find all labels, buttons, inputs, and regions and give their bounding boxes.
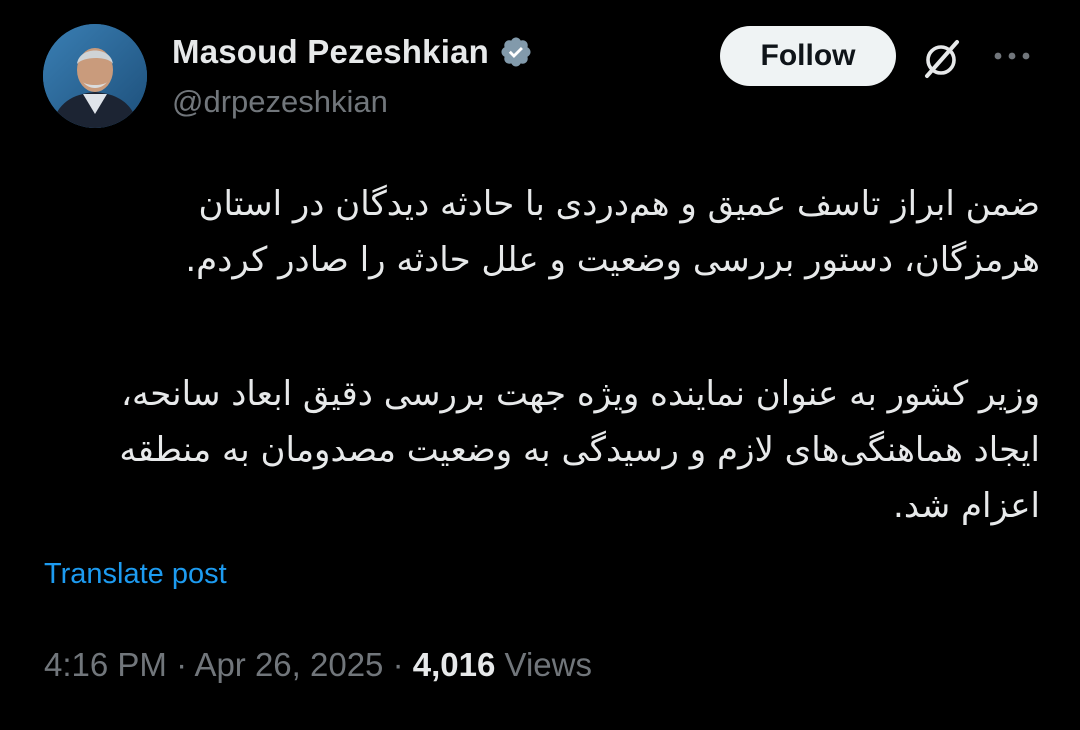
tweet-text: ضمن ابراز تاسف عمیق و هم‌دردی با حادثه د… (40, 176, 1040, 534)
grok-icon[interactable] (919, 36, 965, 82)
profile-photo-icon (43, 24, 147, 128)
more-icon[interactable] (991, 44, 1033, 68)
meta-separator: · (392, 646, 404, 683)
views-label: Views (504, 646, 592, 683)
verified-badge-icon (501, 37, 531, 67)
tweet-date[interactable]: Apr 26, 2025 (194, 646, 383, 683)
meta-separator: · (176, 646, 188, 683)
tweet-paragraph: ضمن ابراز تاسف عمیق و هم‌دردی با حادثه د… (185, 184, 1040, 280)
tweet-time[interactable]: 4:16 PM (44, 646, 167, 683)
tweet-meta: 4:16 PM · Apr 26, 2025 · 4,016 Views (44, 646, 592, 684)
translate-post-link[interactable]: Translate post (44, 558, 227, 591)
tweet-paragraph: وزیر کشور به عنوان نماینده ویژه جهت بررس… (119, 374, 1040, 526)
avatar[interactable] (43, 24, 147, 128)
author-display-name[interactable]: Masoud Pezeshkian (172, 33, 489, 71)
follow-button[interactable]: Follow (720, 26, 896, 86)
author-handle[interactable]: @drpezeshkian (172, 84, 388, 120)
views-count[interactable]: 4,016 (413, 646, 496, 683)
author-name-row[interactable]: Masoud Pezeshkian (172, 30, 533, 74)
